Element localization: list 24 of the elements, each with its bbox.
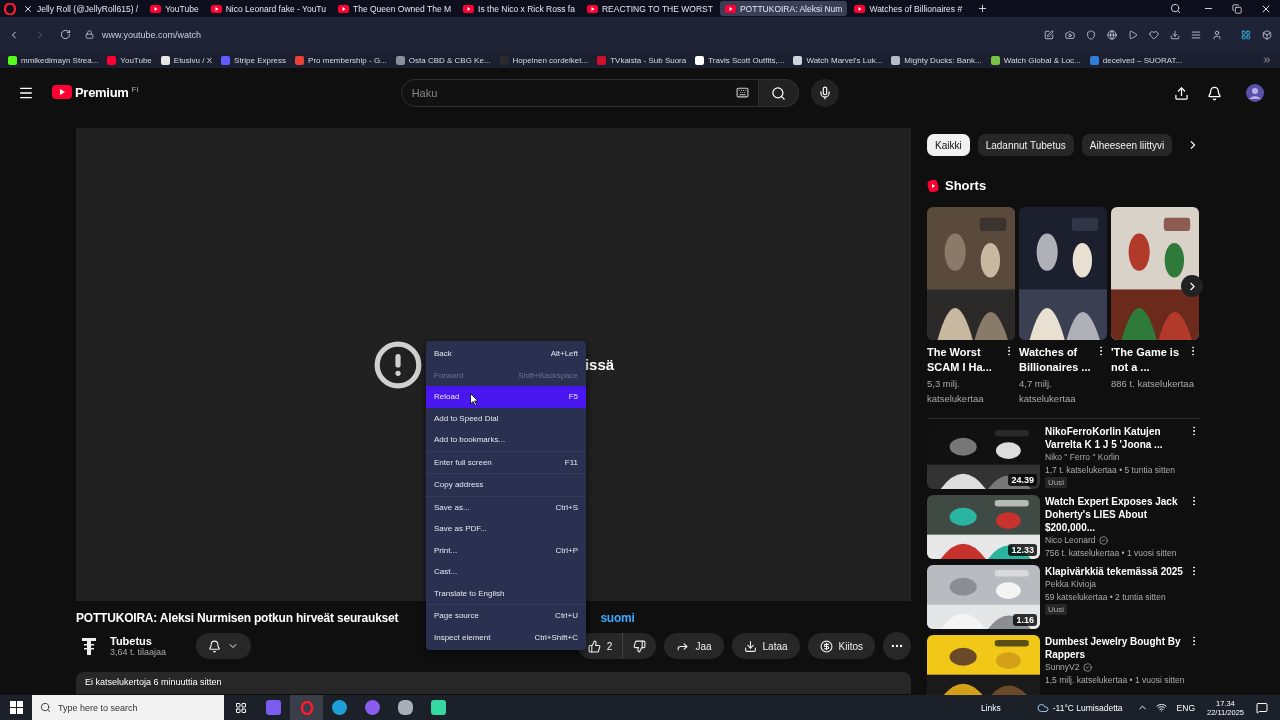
shortcut-label: F5 (568, 392, 578, 402)
duration-label: 1.16 (1013, 614, 1037, 626)
shortcut-label: Ctrl+Shift+C (534, 632, 578, 642)
video-meta: 1,5 milj. katselukertaa • 1 vuosi sitten (1045, 674, 1183, 687)
shortcut-label: F11 (564, 457, 578, 467)
video-meta: 1,7 t. katselukertaa • 5 tuntia sitten (1045, 464, 1177, 477)
view-count: 4,7 milj. katselukertaa (1019, 377, 1077, 406)
view-count: 886 t. katselukertaa (1111, 377, 1195, 391)
video-meta: 756 t. katselukertaa • 1 vuosi sitten (1045, 547, 1178, 560)
duration-label: 24.39 (1008, 474, 1037, 486)
section-title: Shorts (945, 178, 987, 193)
shortcut-label: Ctrl+U (555, 611, 578, 621)
shortcut-label: Ctrl+P (555, 545, 578, 555)
video-meta: 59 katselukertaa • 2 tuntia sitten (1045, 591, 1167, 604)
duration-label: 12.33 (1008, 544, 1037, 556)
shortcut-label: Ctrl+S (555, 502, 578, 512)
subscriber-count: 3,64 t. tilaajaa (110, 647, 167, 657)
new-badge: Uusi (1045, 604, 1067, 615)
region-label: FI (131, 85, 139, 94)
video-title: POTTUKOIRA: Aleksi Nurmisen potkun hirveät seuraukset (76, 611, 399, 625)
view-count: 5,3 milj. katselukertaa (927, 377, 985, 406)
error-message: issä (584, 356, 615, 373)
shortcut-label: Alt+Left (550, 349, 578, 359)
new-badge: Uusi (1045, 477, 1067, 488)
